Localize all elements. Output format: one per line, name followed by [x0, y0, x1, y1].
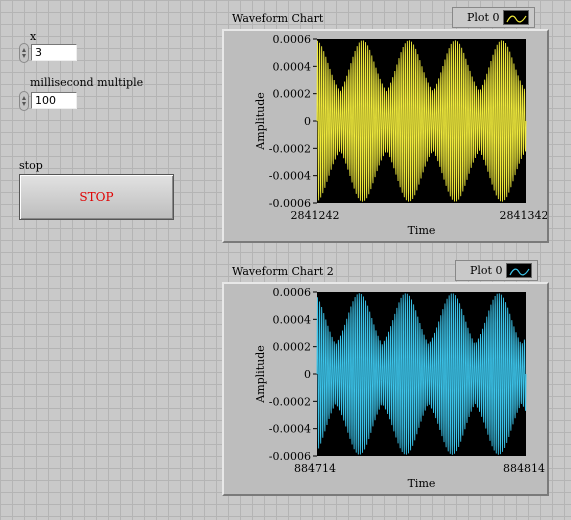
x-tick-label-end: 2841342 [500, 209, 548, 222]
x-tick-label-start: 2841242 [291, 209, 340, 222]
x-label: x [30, 30, 37, 43]
decrement-arrow-icon[interactable] [22, 102, 26, 106]
waveform-chart[interactable]: 0.0006 0.0004 0.0002 0 -0.0002 -0.0004 -0.0006… [222, 29, 549, 243]
chart1-title: Waveform Chart [232, 12, 324, 25]
chart1-svg: 0.00060.00040.00020-0.0002-0.0004-0.0006… [254, 33, 548, 237]
x-tick-label-start: 884714 [294, 462, 336, 475]
chart1-legend-line-icon [503, 10, 529, 25]
y-tick-label: -0.0002 [269, 395, 311, 408]
y-tick-label: 0.0006 [273, 33, 312, 46]
chart2-legend[interactable]: Plot 0 [455, 260, 538, 281]
stop-label: stop [19, 159, 43, 172]
ms-value-field[interactable]: 100 [31, 92, 77, 109]
chart2-title: Waveform Chart 2 [232, 265, 334, 278]
y-tick-label: -0.0004 [269, 170, 311, 183]
x-value-field[interactable]: 3 [31, 44, 77, 61]
x-axis-label: Time [408, 477, 436, 490]
waveform-chart-2[interactable]: 0.0006 0.0004 0.0002 0 -0.0002 -0.0004 -0.0006… [222, 282, 549, 496]
x-increment-decrement[interactable] [19, 43, 29, 63]
y-tick-label: 0 [304, 115, 311, 128]
y-tick-label: 0.0004 [273, 60, 312, 73]
y-tick-label: 0.0006 [273, 286, 312, 299]
chart1-legend[interactable]: Plot 0 [452, 7, 535, 28]
millisecond-multiple-label: millisecond multiple [30, 76, 144, 89]
y-tick-label: 0.0002 [273, 341, 312, 354]
chart2-svg: 0.00060.00040.00020-0.0002-0.0004-0.0006… [254, 286, 545, 490]
ms-increment-decrement[interactable] [19, 91, 29, 111]
increment-arrow-icon[interactable] [22, 48, 26, 52]
y-tick-label: -0.0002 [269, 142, 311, 155]
stop-button[interactable]: STOP [19, 174, 174, 220]
chart2-legend-label: Plot 0 [470, 264, 503, 277]
chart2-legend-line-icon [506, 263, 532, 278]
increment-arrow-icon[interactable] [22, 96, 26, 100]
chart1-legend-label: Plot 0 [467, 11, 500, 24]
y-tick-label: -0.0004 [269, 423, 311, 436]
y-axis-label: Amplitude [254, 92, 267, 151]
y-tick-label: 0.0004 [273, 313, 312, 326]
x-tick-label-end: 884814 [503, 462, 545, 475]
decrement-arrow-icon[interactable] [22, 54, 26, 58]
y-tick-label: 0.0002 [273, 88, 312, 101]
y-axis-label: Amplitude [254, 345, 267, 404]
y-tick-label: 0 [304, 368, 311, 381]
x-axis-label: Time [408, 224, 436, 237]
